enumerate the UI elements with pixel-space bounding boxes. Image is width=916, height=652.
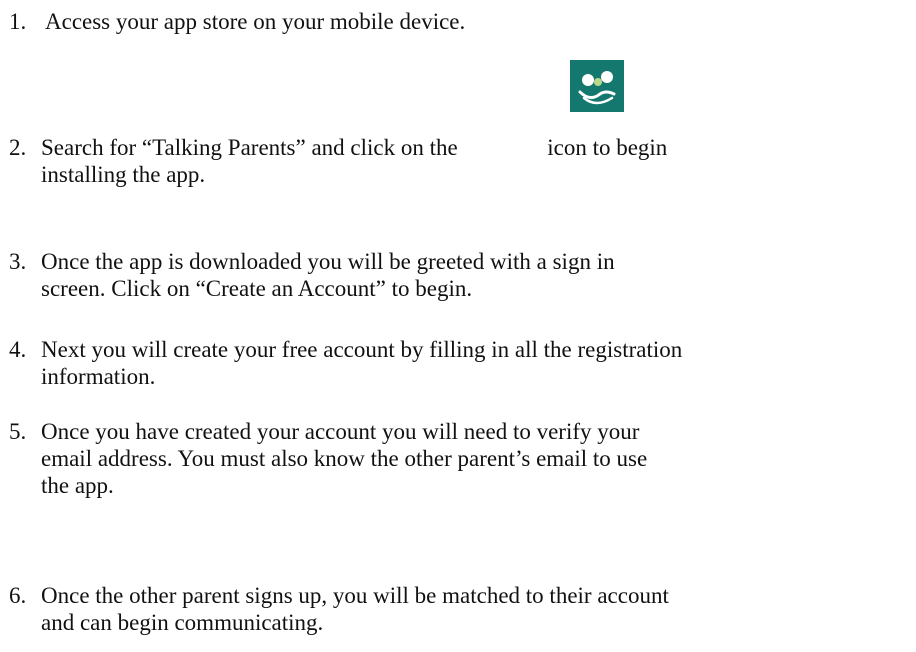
step-line: email address. You must also know the ot… (41, 446, 648, 471)
step-line: Access your app store on your mobile dev… (45, 9, 466, 34)
step-number: 4. (9, 337, 27, 362)
step-text: Search for “Talking Parents” and click o… (41, 134, 913, 188)
step-line: Once the app is downloaded you will be g… (41, 249, 615, 274)
step-line: Once the other parent signs up, you will… (41, 583, 669, 608)
step-text: Next you will create your free account b… (41, 336, 913, 390)
step-line-tail: icon to begin (547, 135, 668, 160)
step-text: Access your app store on your mobile dev… (45, 8, 916, 35)
step-line: the app. (41, 473, 114, 498)
step-number: 3. (9, 249, 27, 274)
step-line: Once you have created your account you w… (41, 419, 640, 444)
step-text: Once the other parent signs up, you will… (41, 582, 913, 636)
step-number: 2. (9, 135, 27, 160)
step-number: 1. (9, 9, 27, 34)
step-line: and can begin communicating. (41, 610, 324, 635)
step-number: 6. (9, 583, 27, 608)
step-text: Once the app is downloaded you will be g… (41, 248, 913, 302)
step-line: screen. Click on “Create an Account” to … (41, 276, 473, 301)
step-line: information. (41, 364, 156, 389)
talking-parents-app-icon (570, 60, 624, 112)
step-line: installing the app. (41, 162, 206, 187)
step-text: Once you have created your account you w… (41, 418, 913, 499)
step-number: 5. (9, 419, 27, 444)
instructions-page: 1. Access your app store on your mobile … (0, 0, 916, 652)
step-line: Next you will create your free account b… (41, 337, 683, 362)
step-line: Search for “Talking Parents” and click o… (41, 135, 458, 160)
